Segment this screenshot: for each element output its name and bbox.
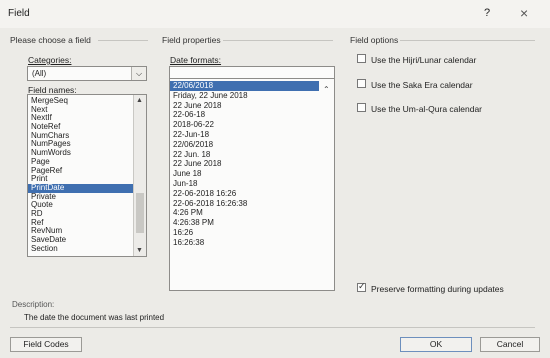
field-list-item[interactable]: Ref	[28, 219, 135, 228]
divider	[223, 40, 333, 41]
description-text: The date the document was last printed	[24, 313, 165, 322]
field-list-item[interactable]: SaveDate	[28, 236, 135, 245]
date-formats-label: Date formats:	[170, 55, 222, 65]
date-format-item[interactable]: 22-Jun-18	[170, 130, 319, 140]
saka-label: Use the Saka Era calendar	[371, 80, 473, 90]
hijri-checkbox[interactable]	[357, 54, 366, 63]
date-format-item[interactable]: 4:26 PM	[170, 208, 319, 218]
divider	[400, 40, 535, 41]
date-format-item[interactable]: 16:26:38	[170, 238, 319, 248]
field-list-item[interactable]: NumPages	[28, 140, 135, 149]
date-format-item[interactable]: 2018-06-22	[170, 120, 319, 130]
um-al-qura-label: Use the Um-al-Qura calendar	[371, 104, 483, 114]
field-list-item[interactable]: Section	[28, 245, 135, 254]
title-bar: Field ? ×	[0, 0, 550, 28]
field-properties-group-label: Field properties	[162, 35, 221, 45]
field-list-item[interactable]: Page	[28, 158, 135, 167]
cancel-button[interactable]: Cancel	[480, 337, 540, 352]
date-format-item[interactable]: 22/06/2018	[170, 81, 319, 91]
field-list-item[interactable]: PageRef	[28, 167, 135, 176]
date-format-item[interactable]: 22 Jun. 18	[170, 150, 319, 160]
scroll-up-icon[interactable]: ▲	[136, 97, 143, 104]
field-list-item[interactable]: NoteRef	[28, 123, 135, 132]
date-formats-list[interactable]: 22/06/2018 Friday, 22 June 2018 22 June 20…	[169, 78, 335, 291]
field-dialog: Field ? × Please choose a field Categori…	[0, 0, 550, 358]
date-format-item[interactable]: 16:26	[170, 228, 319, 238]
dialog-title: Field	[8, 8, 30, 19]
um-al-qura-checkbox[interactable]	[357, 103, 366, 112]
field-list-item[interactable]: NumChars	[28, 132, 135, 141]
description-label: Description:	[12, 300, 55, 309]
field-list-item[interactable]: Next	[28, 106, 135, 115]
field-list-item[interactable]: Print	[28, 175, 135, 184]
preserve-formatting-label: Preserve formatting during updates	[371, 284, 504, 294]
date-format-item[interactable]: 22 June 2018	[170, 159, 319, 169]
field-list-scrollbar[interactable]: ▲ ▼	[133, 95, 146, 256]
help-button[interactable]: ?	[484, 7, 490, 19]
field-options-group-label: Field options	[350, 35, 399, 45]
field-list-item[interactable]: NumWords	[28, 149, 135, 158]
date-format-item[interactable]: 22-06-18	[170, 110, 319, 120]
date-format-item[interactable]: 4:26:38 PM	[170, 218, 319, 228]
field-codes-button[interactable]: Field Codes	[10, 337, 82, 352]
ok-button[interactable]: OK	[400, 337, 472, 352]
date-format-item[interactable]: Jun-18	[170, 179, 319, 189]
categories-value: (All)	[32, 69, 47, 78]
scroll-down-icon[interactable]: ▼	[136, 247, 143, 254]
choose-field-group-label: Please choose a field	[10, 35, 91, 45]
date-format-item[interactable]: 22 June 2018	[170, 101, 319, 111]
scroll-thumb[interactable]	[136, 193, 144, 233]
scroll-up-icon[interactable]: ⌃	[323, 85, 330, 94]
date-format-item[interactable]: 22-06-2018 16:26	[170, 189, 319, 199]
date-format-item[interactable]: Friday, 22 June 2018	[170, 91, 319, 101]
chevron-down-icon[interactable]: ⌵	[131, 67, 146, 80]
divider	[98, 40, 148, 41]
field-list-item[interactable]: RD	[28, 210, 135, 219]
field-list-item[interactable]: PrintDate	[28, 183, 135, 193]
saka-checkbox[interactable]	[357, 79, 366, 88]
categories-label: Categories:	[28, 55, 72, 65]
date-format-item[interactable]: 22/06/2018	[170, 140, 319, 150]
field-list-item[interactable]: MergeSeq	[28, 97, 135, 106]
preserve-formatting-checkbox[interactable]: ✓	[357, 281, 366, 292]
field-list-item[interactable]: RevNum	[28, 227, 135, 236]
divider	[10, 327, 535, 328]
field-list-item[interactable]: NextIf	[28, 114, 135, 123]
field-list-item[interactable]: Quote	[28, 201, 135, 210]
date-format-item[interactable]: 22-06-2018 16:26:38	[170, 199, 319, 209]
hijri-label: Use the Hijri/Lunar calendar	[371, 55, 477, 65]
field-names-list[interactable]: MergeSeq Next NextIf NoteRef NumChars NumPage…	[27, 94, 147, 257]
formats-scrollbar[interactable]: ⌃	[321, 79, 334, 290]
categories-select[interactable]: (All) ⌵	[27, 66, 147, 81]
field-list-item[interactable]: Private	[28, 193, 135, 202]
checkmark-icon: ✓	[358, 281, 366, 291]
close-icon[interactable]: ×	[520, 5, 528, 21]
date-format-item[interactable]: June 18	[170, 169, 319, 179]
